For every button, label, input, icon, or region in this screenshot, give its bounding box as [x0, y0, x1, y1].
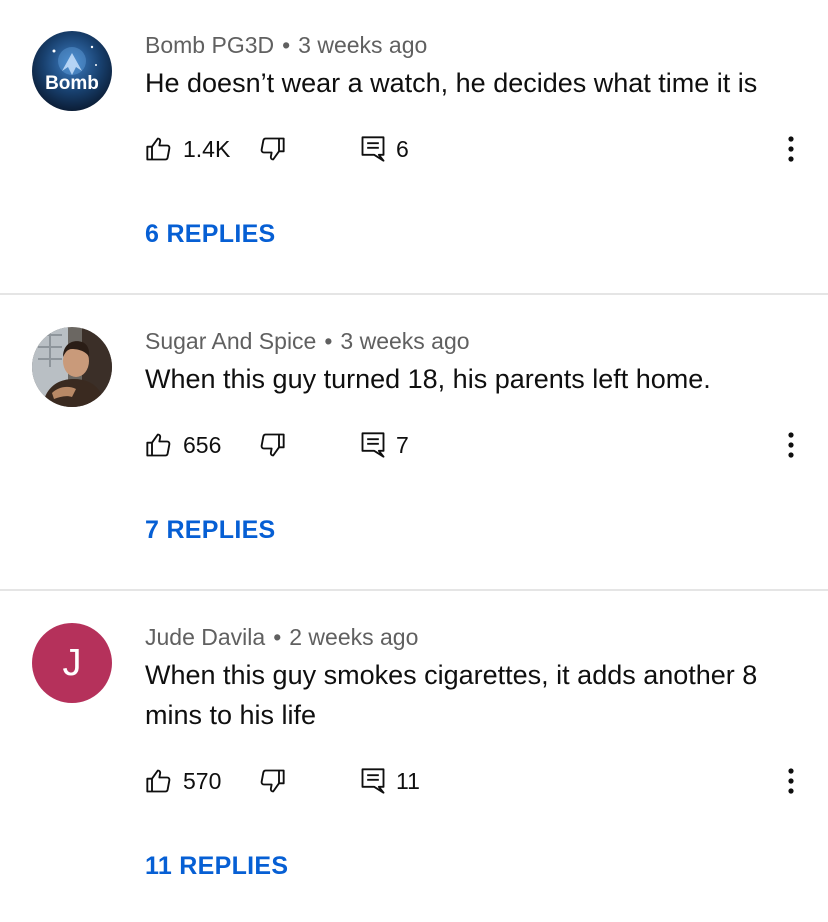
comment-item: Sugar And Spice • 3 weeks ago When this gu… [0, 296, 828, 590]
avatar[interactable]: Bomb [32, 31, 112, 111]
thumbs-up-icon [146, 433, 171, 457]
comment-text: When this guy turned 18, his parents lef… [145, 364, 711, 394]
like-button[interactable]: 1.4K [145, 132, 230, 166]
meta-separator: • [273, 624, 282, 650]
thumbs-down-icon [260, 433, 285, 457]
view-replies-link[interactable]: 7 REPLIES [145, 515, 276, 545]
author-name[interactable]: Jude Davila [145, 624, 265, 650]
reply-count: 7 [396, 431, 409, 458]
thumbs-up-icon [146, 769, 171, 793]
comment-time: 2 weeks ago [289, 624, 419, 650]
like-count: 656 [183, 431, 222, 458]
comment-text: He doesn’t wear a watch, he decides what… [145, 68, 758, 98]
more-vertical-icon [788, 432, 794, 458]
comment-meta: Bomb PG3D • 3 weeks ago [145, 30, 427, 60]
like-count: 570 [183, 767, 222, 794]
more-vertical-icon [788, 136, 794, 162]
meta-separator: • [282, 32, 291, 58]
comment-item: J Jude Davila • 2 weeks ago When this guy … [0, 592, 828, 922]
comment-meta: Jude Davila • 2 weeks ago [145, 622, 418, 652]
author-name[interactable]: Sugar And Spice [145, 328, 316, 354]
dislike-button[interactable] [258, 428, 286, 462]
meta-separator: • [324, 328, 333, 354]
dislike-button[interactable] [258, 132, 286, 166]
comment-divider [0, 293, 828, 295]
comment-item: Bomb Bomb PG3D • 3 weeks ago He doesn’t we… [0, 0, 828, 294]
comment-time: 3 weeks ago [340, 328, 470, 354]
reply-button[interactable]: 7 [360, 428, 409, 462]
thumbs-down-icon [260, 137, 285, 161]
comment-meta: Sugar And Spice • 3 weeks ago [145, 326, 470, 356]
reply-count: 6 [396, 135, 409, 162]
dislike-button[interactable] [258, 764, 286, 798]
bomb-logo-avatar-icon: Bomb [32, 31, 112, 111]
view-replies-link[interactable]: 6 REPLIES [145, 219, 276, 249]
comment-icon [361, 136, 385, 162]
man-portrait-avatar-icon [32, 327, 112, 407]
avatar[interactable] [32, 327, 112, 407]
more-options-button[interactable] [776, 129, 806, 169]
more-options-button[interactable] [776, 761, 806, 801]
like-count: 1.4K [183, 135, 231, 162]
reply-count: 11 [396, 767, 420, 794]
comment-time: 3 weeks ago [298, 32, 428, 58]
comment-icon [361, 768, 385, 794]
more-options-button[interactable] [776, 425, 806, 465]
avatar[interactable]: J [32, 623, 112, 703]
like-button[interactable]: 656 [145, 428, 221, 462]
view-replies-link[interactable]: 11 REPLIES [145, 851, 288, 881]
reply-button[interactable]: 6 [360, 132, 409, 166]
like-button[interactable]: 570 [145, 764, 221, 798]
svg-text:Bomb: Bomb [45, 73, 99, 94]
comment-divider [0, 589, 828, 591]
author-name[interactable]: Bomb PG3D [145, 32, 274, 58]
thumbs-up-icon [146, 137, 171, 161]
comment-icon [361, 432, 385, 458]
thumbs-down-icon [260, 769, 285, 793]
avatar-letter: J [62, 641, 82, 684]
more-vertical-icon [788, 768, 794, 794]
reply-button[interactable]: 11 [360, 764, 420, 798]
comment-text: When this guy smokes cigarettes, it adds… [145, 660, 758, 730]
